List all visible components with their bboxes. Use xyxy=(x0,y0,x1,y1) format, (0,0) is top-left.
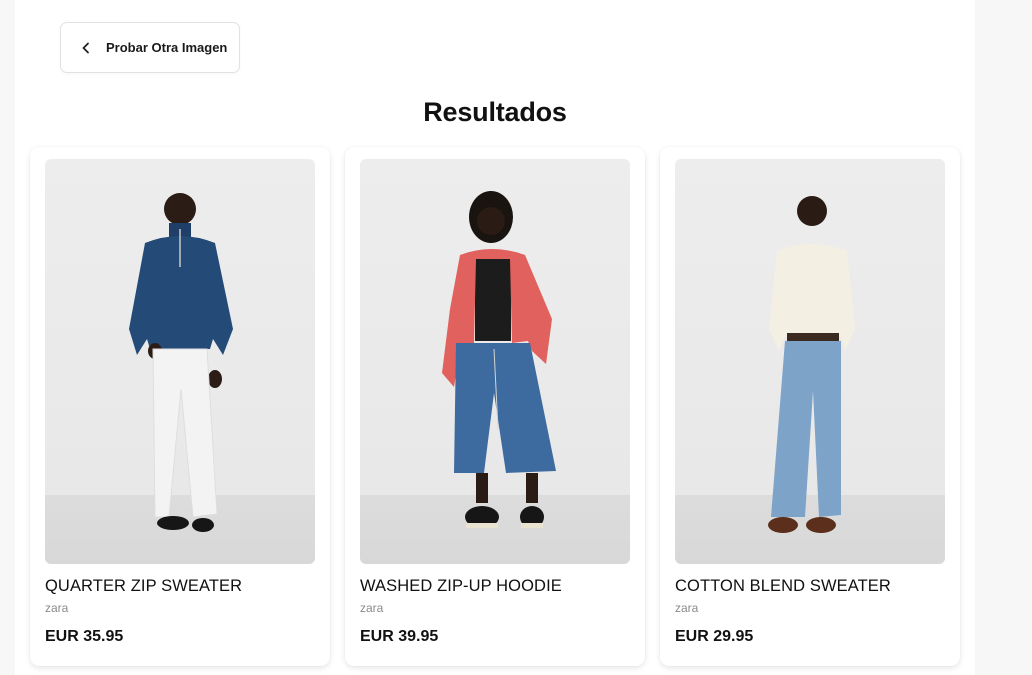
product-card[interactable]: COTTON BLEND SWEATER zara EUR 29.95 xyxy=(660,147,960,666)
product-card[interactable]: QUARTER ZIP SWEATER zara EUR 35.95 xyxy=(30,147,330,666)
product-price: EUR 35.95 xyxy=(45,628,124,645)
product-image[interactable] xyxy=(45,159,315,564)
results-title: Resultados xyxy=(423,97,567,127)
product-brand: zara xyxy=(360,601,384,615)
product-image[interactable] xyxy=(360,159,630,564)
product-brand: zara xyxy=(675,601,699,615)
back-button-label: Probar Otra Imagen xyxy=(106,40,228,55)
product-card[interactable]: WASHED ZIP-UP HOODIE zara EUR 39.95 xyxy=(345,147,645,666)
product-name: WASHED ZIP-UP HOODIE xyxy=(360,577,562,595)
results-panel: Probar Otra Imagen Resultados QUARTER ZI… xyxy=(15,0,975,675)
product-price: EUR 29.95 xyxy=(675,628,754,645)
back-button[interactable]: Probar Otra Imagen xyxy=(60,22,240,73)
product-name: QUARTER ZIP SWEATER xyxy=(45,577,243,595)
chevron-left-icon xyxy=(79,41,93,55)
product-price: EUR 39.95 xyxy=(360,628,439,645)
product-brand: zara xyxy=(45,601,69,615)
product-image[interactable] xyxy=(675,159,945,564)
product-name: COTTON BLEND SWEATER xyxy=(675,577,891,595)
